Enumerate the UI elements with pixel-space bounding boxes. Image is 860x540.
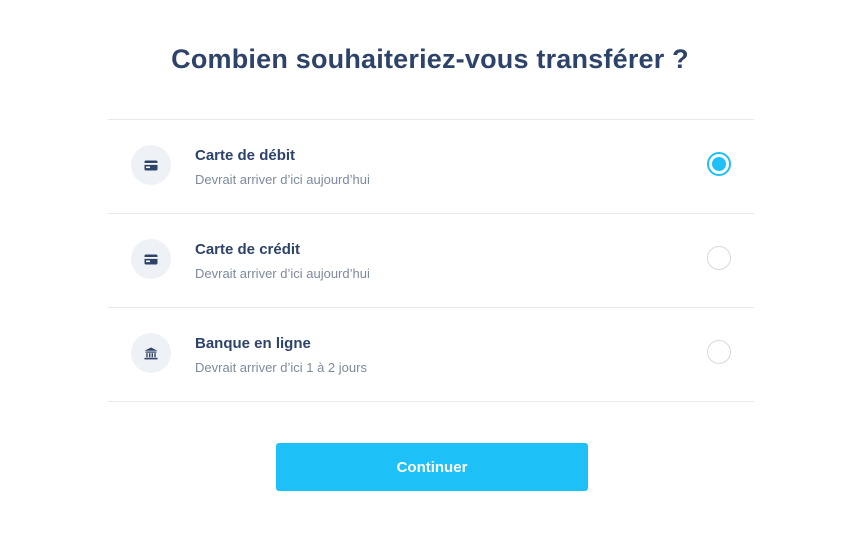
radio-button[interactable] [707,340,731,364]
option-debit-card[interactable]: Carte de débit Devrait arriver d’ici auj… [108,120,754,214]
option-subtitle: Devrait arriver d’ici aujourd’hui [195,266,370,281]
radio-button[interactable] [707,246,731,270]
option-subtitle: Devrait arriver d’ici aujourd’hui [195,172,370,187]
radio-button-selected[interactable] [707,152,731,176]
option-credit-card[interactable]: Carte de crédit Devrait arriver d’ici au… [108,214,754,308]
option-online-banking[interactable]: Banque en ligne Devrait arriver d’ici 1 … [108,308,754,402]
option-subtitle: Devrait arriver d’ici 1 à 2 jours [195,360,367,375]
credit-card-icon [131,145,171,185]
option-title: Carte de débit [195,147,296,164]
continue-button[interactable]: Continuer [276,443,588,491]
payment-options-list: Carte de débit Devrait arriver d’ici auj… [108,119,754,402]
bank-icon [131,333,171,373]
page-title: Combien souhaiteriez-vous transférer ? [171,44,689,74]
option-title: Carte de crédit [195,241,301,258]
transfer-method-page: Combien souhaiteriez-vous transférer ? C… [0,0,860,540]
credit-card-icon [131,239,171,279]
option-title: Banque en ligne [195,335,311,352]
